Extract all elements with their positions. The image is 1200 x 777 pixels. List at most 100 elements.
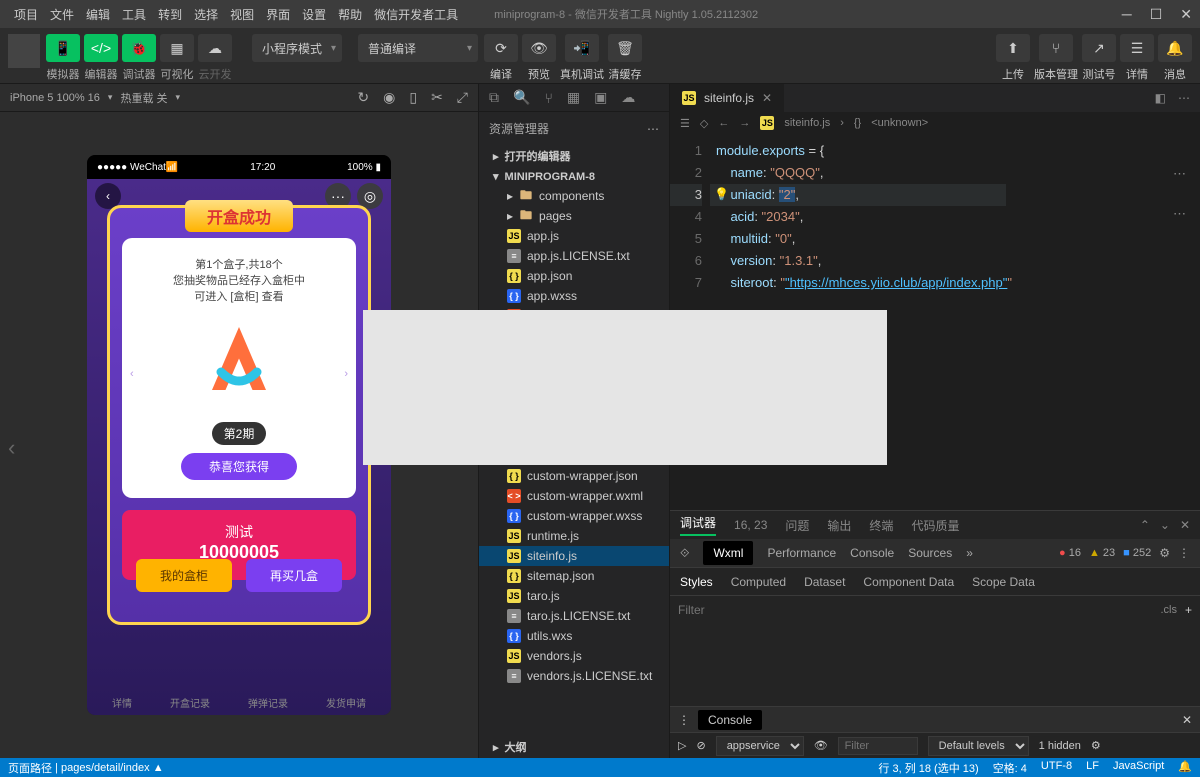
add-style-icon[interactable]: +: [1185, 603, 1192, 617]
menu-icon[interactable]: ⋮: [1178, 546, 1190, 560]
play-icon[interactable]: ▷: [678, 739, 686, 752]
toolbar-编译[interactable]: ⟳: [484, 34, 518, 62]
file-app.json[interactable]: { }app.json: [479, 266, 669, 286]
menu-界面[interactable]: 界面: [260, 6, 296, 23]
toolbar-测试号[interactable]: ↗: [1082, 34, 1116, 62]
menu-视图[interactable]: 视图: [224, 6, 260, 23]
more-tabs-icon[interactable]: »: [966, 546, 973, 560]
chevron-right-icon[interactable]: ›: [344, 368, 348, 380]
eol-info[interactable]: LF: [1086, 760, 1099, 776]
refresh-icon[interactable]: ↻: [357, 89, 369, 106]
console-close-icon[interactable]: ✕: [1182, 713, 1192, 727]
list-icon[interactable]: ☰: [680, 117, 690, 130]
style-tab-Styles[interactable]: Styles: [680, 575, 713, 589]
info-count[interactable]: 252: [1123, 547, 1151, 559]
my-box-button[interactable]: 我的盒柜: [136, 559, 232, 592]
warn-count[interactable]: 23: [1089, 547, 1115, 559]
close-icon[interactable]: ✕: [1180, 518, 1190, 532]
toolbar-上传[interactable]: ⬆: [996, 34, 1030, 62]
file-vendors.js.LICENSE.txt[interactable]: ≡vendors.js.LICENSE.txt: [479, 666, 669, 686]
phone-icon[interactable]: ▯: [409, 89, 417, 106]
maximize-icon[interactable]: ☐: [1150, 6, 1163, 23]
toolbar-调试器[interactable]: 🐞: [122, 34, 156, 62]
dt-tab-调试器[interactable]: 调试器: [680, 514, 716, 536]
compile-dropdown[interactable]: 普通编译: [358, 34, 478, 62]
style-tab-Computed[interactable]: Computed: [731, 575, 786, 589]
file-siteinfo.js[interactable]: JSsiteinfo.js: [479, 546, 669, 566]
nav-fwd-icon[interactable]: →: [739, 117, 750, 129]
file-app.js.LICENSE.txt[interactable]: ≡app.js.LICENSE.txt: [479, 246, 669, 266]
cls-button[interactable]: .cls: [1160, 604, 1177, 616]
block-icon[interactable]: ⊘: [696, 739, 705, 752]
menu-转到[interactable]: 转到: [152, 6, 188, 23]
phone-tab[interactable]: 开盒记录: [170, 695, 210, 710]
level-select[interactable]: Default levels: [928, 736, 1029, 756]
ext-icon[interactable]: ▦: [567, 89, 580, 106]
file-app.js[interactable]: JSapp.js: [479, 226, 669, 246]
mode-dropdown[interactable]: 小程序模式: [252, 34, 342, 62]
files-icon[interactable]: ⧉: [489, 89, 499, 106]
indent-info[interactable]: 空格: 4: [993, 760, 1027, 776]
more-icon[interactable]: ⋯: [647, 122, 659, 136]
toolbar-真机调试[interactable]: 📲: [565, 34, 599, 62]
git-icon[interactable]: ⑂: [544, 90, 552, 106]
nav-back-icon[interactable]: ←: [718, 117, 729, 129]
minimize-icon[interactable]: ─: [1122, 6, 1132, 23]
device-selector[interactable]: iPhone 5 100% 16: [10, 92, 100, 104]
path-value[interactable]: pages/detail/index: [61, 762, 150, 774]
prev-page-icon[interactable]: ‹: [8, 435, 15, 461]
more-icon[interactable]: ⋯: [1178, 91, 1190, 105]
tab-performance[interactable]: Performance: [767, 546, 836, 560]
file-runtime.js[interactable]: JSruntime.js: [479, 526, 669, 546]
cursor-pos[interactable]: 行 3, 列 18 (选中 13): [878, 760, 978, 776]
outline-section[interactable]: ▸ 大纲: [479, 736, 669, 758]
file-app.wxss[interactable]: { }app.wxss: [479, 286, 669, 306]
notif-icon[interactable]: 🔔: [1178, 760, 1192, 776]
eye-icon[interactable]: 👁: [814, 739, 828, 752]
toolbar-可视化[interactable]: ▦: [160, 34, 194, 62]
menu-编辑[interactable]: 编辑: [80, 6, 116, 23]
tab-wxml[interactable]: Wxml: [703, 541, 753, 565]
styles-filter-input[interactable]: [678, 603, 1152, 617]
phone-tab[interactable]: 详情: [112, 695, 132, 710]
toolbar-云开发[interactable]: ☁: [198, 34, 232, 62]
file-custom-wrapper.wxss[interactable]: { }custom-wrapper.wxss: [479, 506, 669, 526]
avatar[interactable]: [8, 34, 40, 68]
menu-设置[interactable]: 设置: [296, 6, 332, 23]
record-icon[interactable]: ◉: [383, 89, 395, 106]
buy-more-button[interactable]: 再买几盒: [246, 559, 342, 592]
style-tab-Scope Data[interactable]: Scope Data: [972, 575, 1035, 589]
menu-文件[interactable]: 文件: [44, 6, 80, 23]
tab-sources[interactable]: Sources: [908, 546, 952, 560]
menu-工具[interactable]: 工具: [116, 6, 152, 23]
error-count[interactable]: 16: [1059, 547, 1081, 559]
file-taro.js[interactable]: JStaro.js: [479, 586, 669, 606]
inspect-icon[interactable]: ⟐: [680, 546, 689, 561]
menu-项目[interactable]: 项目: [8, 6, 44, 23]
toolbar-预览[interactable]: 👁: [522, 34, 556, 62]
split-icon[interactable]: ◧: [1155, 91, 1166, 105]
file-vendors.js[interactable]: JSvendors.js: [479, 646, 669, 666]
gear-icon[interactable]: ⚙: [1159, 546, 1170, 560]
expand-icon[interactable]: ⤢: [457, 89, 468, 106]
lang-info[interactable]: JavaScript: [1113, 760, 1164, 776]
file-custom-wrapper.json[interactable]: { }custom-wrapper.json: [479, 466, 669, 486]
file-sitemap.json[interactable]: { }sitemap.json: [479, 566, 669, 586]
tab-console[interactable]: Console: [850, 546, 894, 560]
chevron-up-icon[interactable]: ⌃: [1140, 518, 1150, 532]
hot-reload-toggle[interactable]: 热重载 关: [120, 90, 167, 106]
file-utils.wxs[interactable]: { }utils.wxs: [479, 626, 669, 646]
tab-close-icon[interactable]: ✕: [762, 91, 772, 105]
console-filter-input[interactable]: [838, 737, 918, 755]
file-custom-wrapper.wxml[interactable]: < >custom-wrapper.wxml: [479, 486, 669, 506]
toolbar-清缓存[interactable]: 🗑: [608, 34, 642, 62]
toolbar-消息[interactable]: 🔔: [1158, 34, 1192, 62]
close-icon[interactable]: ✕: [1180, 6, 1192, 23]
tab-siteinfo[interactable]: JS siteinfo.js ✕: [670, 84, 784, 112]
search-icon[interactable]: 🔍: [513, 89, 530, 106]
scope-select[interactable]: appservice: [716, 736, 804, 756]
menu-帮助[interactable]: 帮助: [332, 6, 368, 23]
hint-icon[interactable]: ⋯: [1173, 166, 1186, 182]
encoding-info[interactable]: UTF-8: [1041, 760, 1072, 776]
dt-tab-输出[interactable]: 输出: [827, 517, 851, 534]
